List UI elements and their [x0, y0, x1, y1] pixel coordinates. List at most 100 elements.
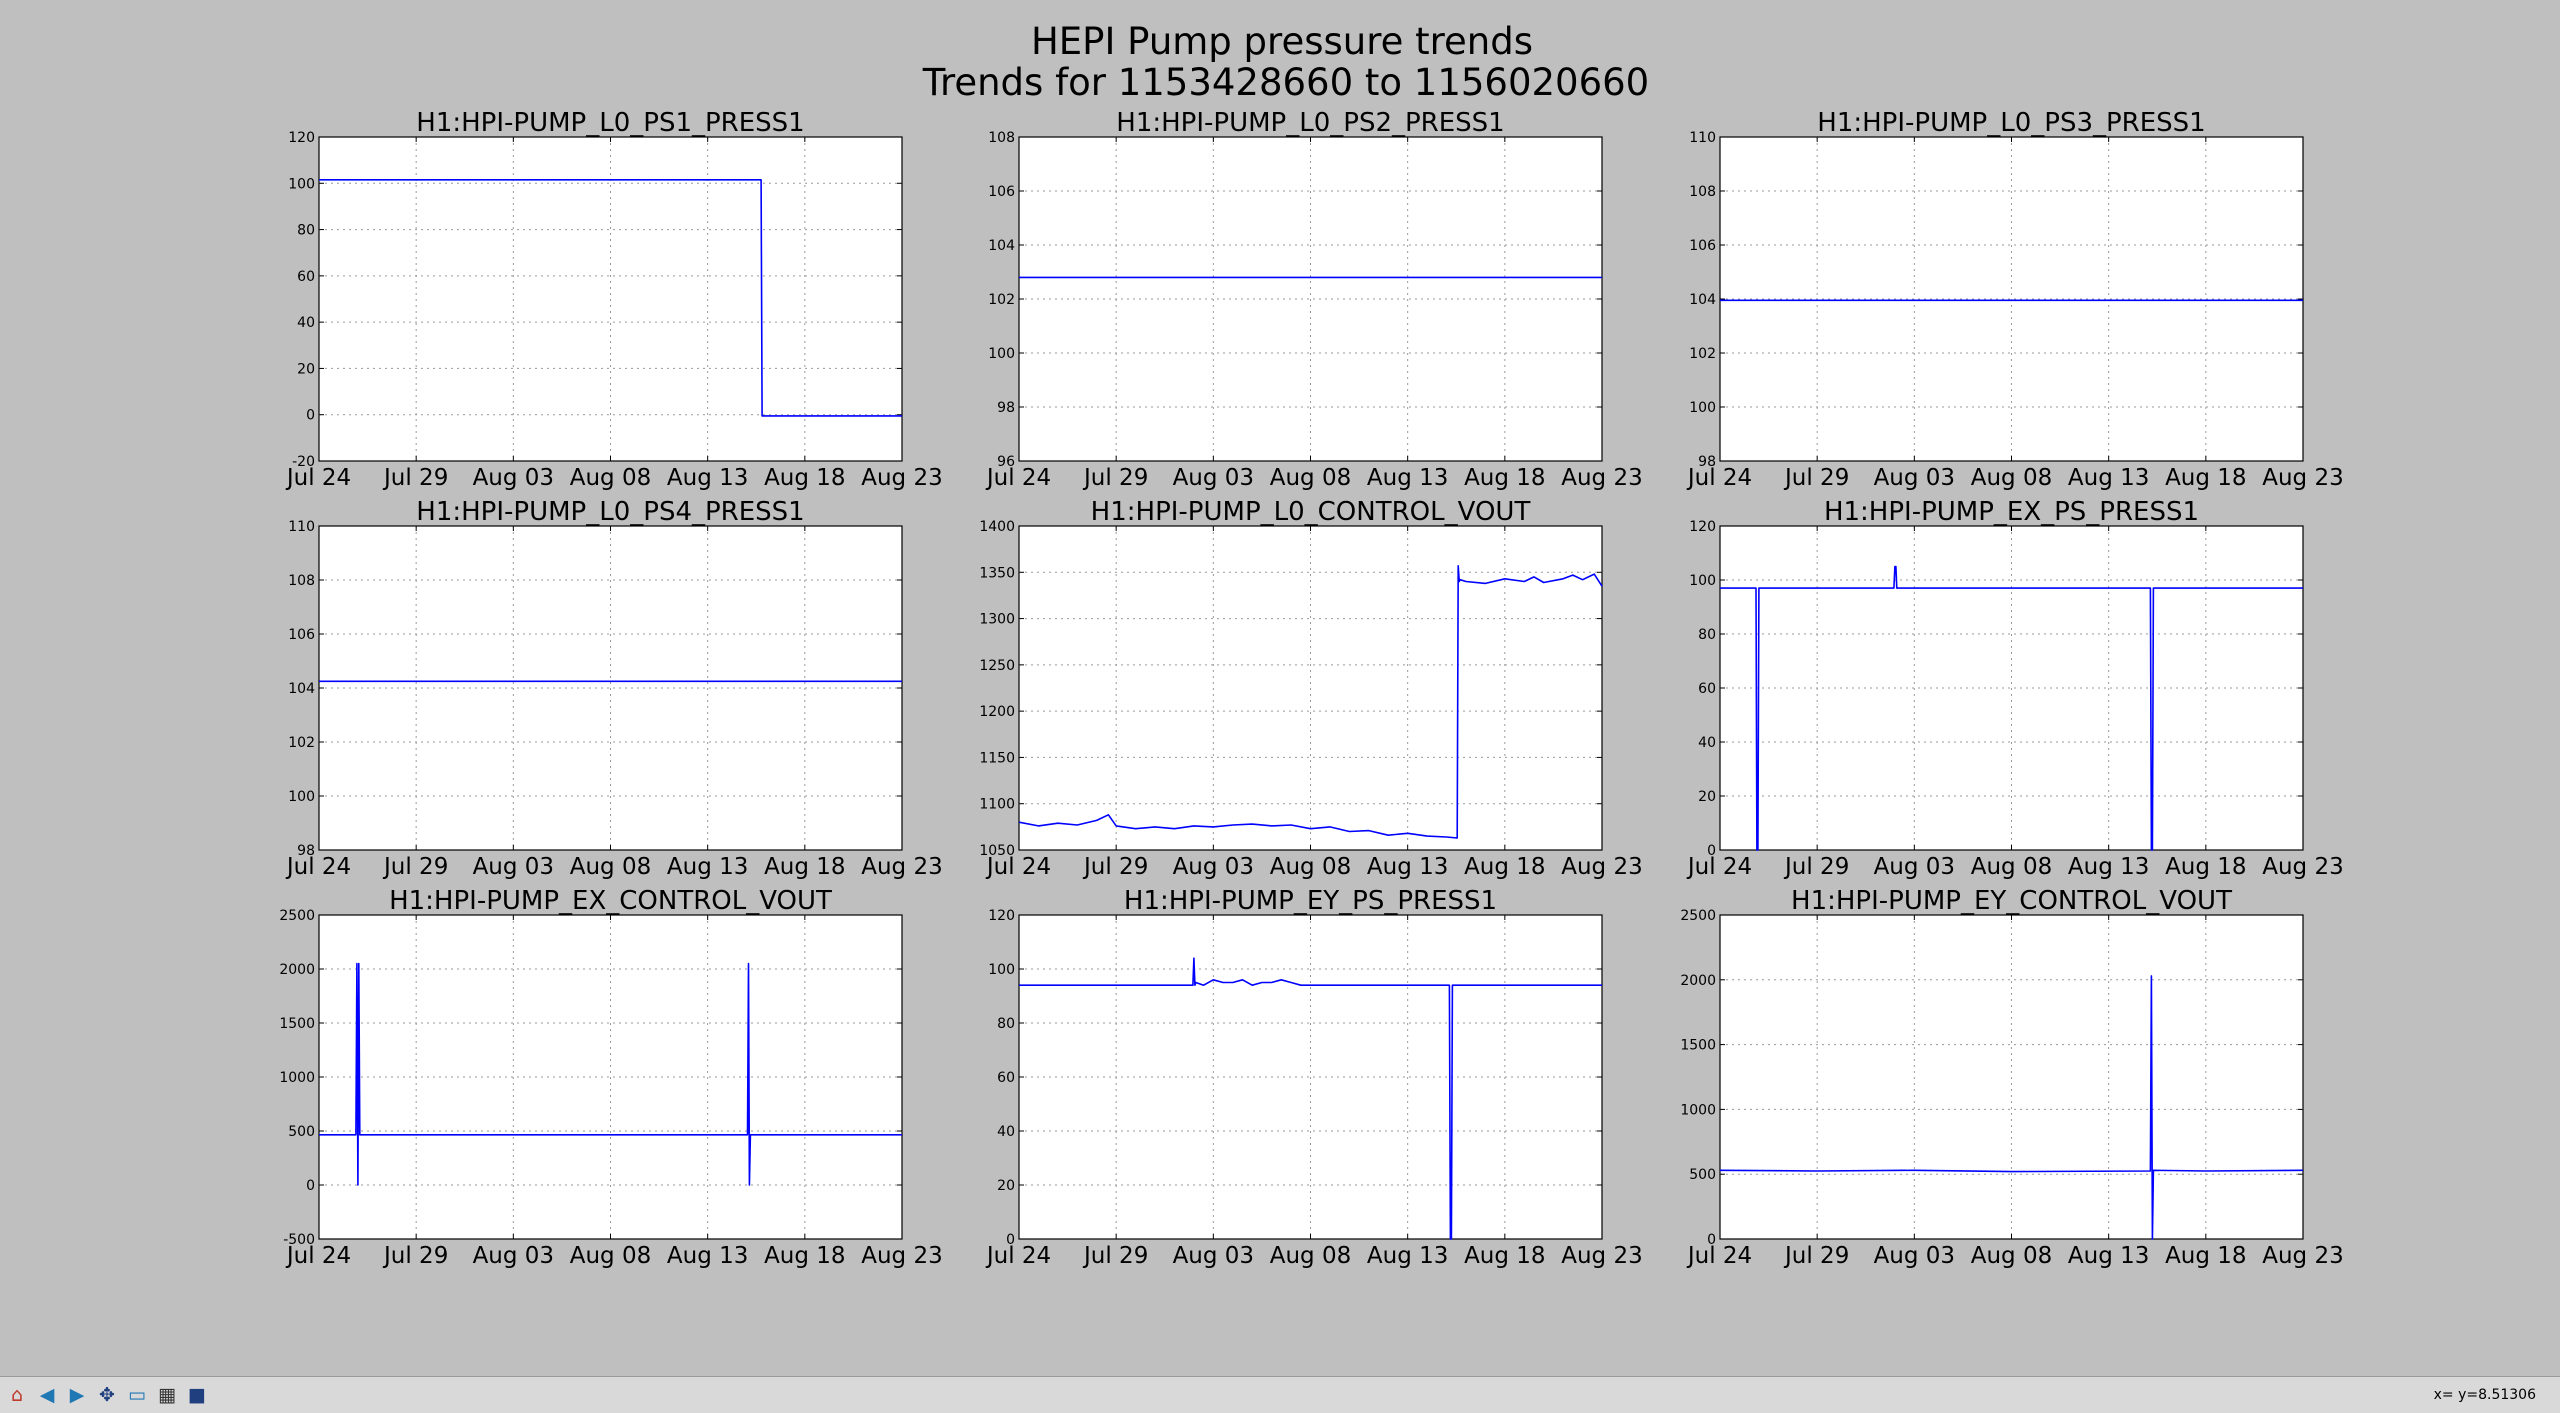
save-button[interactable]: ■	[184, 1382, 210, 1408]
subplot-1: H1:HPI-PUMP_L0_PS1_PRESS1-20020406080100…	[285, 108, 943, 491]
subplot-title: H1:HPI-PUMP_L0_PS2_PRESS1	[1116, 108, 1504, 138]
x-tick-label: Jul 24	[285, 465, 351, 491]
y-tick-label: 0	[306, 1178, 315, 1194]
x-tick-label: Aug 18	[2165, 854, 2247, 880]
x-tick-label: Aug 23	[2262, 465, 2344, 491]
y-tick-label: 100	[288, 789, 315, 805]
y-tick-label: 100	[288, 176, 315, 192]
subplot-title: H1:HPI-PUMP_EX_CONTROL_VOUT	[389, 886, 832, 916]
x-tick-label: Aug 03	[1173, 1243, 1255, 1269]
x-tick-label: Aug 03	[473, 465, 555, 491]
subplot-title: H1:HPI-PUMP_EY_CONTROL_VOUT	[1791, 886, 2232, 916]
zoom-button[interactable]: ▭	[124, 1382, 150, 1408]
y-tick-label: 104	[1689, 292, 1716, 308]
y-tick-label: 20	[997, 1178, 1015, 1194]
x-tick-label: Aug 08	[1971, 854, 2053, 880]
floppy-disk-icon: ■	[188, 1383, 206, 1406]
subplot-title: H1:HPI-PUMP_L0_CONTROL_VOUT	[1091, 497, 1531, 527]
y-tick-label: 1400	[979, 519, 1015, 535]
move-icon: ✥	[99, 1383, 115, 1406]
x-tick-label: Aug 08	[1270, 465, 1352, 491]
y-tick-label: 1300	[979, 612, 1015, 628]
x-tick-label: Jul 24	[285, 854, 351, 880]
x-tick-label: Jul 24	[985, 1243, 1051, 1269]
y-tick-label: 108	[1689, 184, 1716, 200]
y-tick-label: 104	[988, 238, 1015, 254]
x-tick-label: Jul 29	[382, 1243, 448, 1269]
x-tick-label: Aug 23	[2262, 1243, 2344, 1269]
y-tick-label: 98	[997, 400, 1015, 416]
pan-button[interactable]: ✥	[94, 1382, 120, 1408]
subplot-title: H1:HPI-PUMP_EY_PS_PRESS1	[1124, 886, 1497, 916]
y-tick-label: 100	[1689, 400, 1716, 416]
y-tick-label: 100	[988, 346, 1015, 362]
x-tick-label: Jul 24	[985, 854, 1051, 880]
home-button[interactable]: ⌂	[4, 1382, 30, 1408]
y-tick-label: 106	[1689, 238, 1716, 254]
y-tick-label: 2500	[279, 908, 315, 924]
x-tick-label: Aug 03	[1874, 465, 1956, 491]
subplot-title: H1:HPI-PUMP_L0_PS4_PRESS1	[416, 497, 804, 527]
y-tick-label: 1500	[1680, 1038, 1716, 1054]
x-tick-label: Jul 29	[1783, 854, 1849, 880]
y-tick-label: 80	[1698, 627, 1716, 643]
x-tick-label: Aug 18	[2165, 1243, 2247, 1269]
configure-subplots-icon: ▦	[158, 1383, 176, 1406]
x-tick-label: Aug 03	[473, 854, 555, 880]
arrow-right-icon: ▶	[69, 1383, 85, 1406]
zoom-rect-icon: ▭	[128, 1383, 146, 1406]
subplot-3: H1:HPI-PUMP_L0_PS3_PRESS1981001021041061…	[1686, 108, 2344, 491]
x-tick-label: Jul 29	[1082, 854, 1148, 880]
navigation-toolbar: ⌂ ◀ ▶ ✥ ▭ ▦ ■ x= y=8.51306	[0, 1376, 2560, 1413]
x-tick-label: Jul 24	[1686, 465, 1752, 491]
y-tick-label: 110	[288, 519, 315, 535]
y-tick-label: 120	[288, 130, 315, 146]
x-tick-label: Jul 29	[382, 465, 448, 491]
x-tick-label: Aug 23	[861, 854, 943, 880]
x-tick-label: Jul 29	[382, 854, 448, 880]
forward-button[interactable]: ▶	[64, 1382, 90, 1408]
subplot-title: H1:HPI-PUMP_L0_PS1_PRESS1	[416, 108, 804, 138]
x-tick-label: Aug 03	[1874, 854, 1956, 880]
figure-title: HEPI Pump pressure trends	[1031, 20, 1533, 63]
x-tick-label: Aug 13	[1367, 465, 1449, 491]
y-tick-label: 120	[988, 908, 1015, 924]
y-tick-label: 40	[997, 1124, 1015, 1140]
y-tick-label: 500	[288, 1124, 315, 1140]
x-tick-label: Aug 13	[1367, 1243, 1449, 1269]
x-tick-label: Aug 18	[1464, 465, 1546, 491]
y-tick-label: 1250	[979, 658, 1015, 674]
y-tick-label: 1150	[979, 750, 1015, 766]
y-tick-label: 20	[297, 361, 315, 377]
subplot-8: H1:HPI-PUMP_EY_PS_PRESS1020406080100120J…	[985, 886, 1643, 1269]
configure-button[interactable]: ▦	[154, 1382, 180, 1408]
x-tick-label: Jul 29	[1082, 1243, 1148, 1269]
x-tick-label: Aug 23	[1561, 465, 1643, 491]
y-tick-label: 102	[288, 735, 315, 751]
y-tick-label: 102	[1689, 346, 1716, 362]
x-tick-label: Aug 18	[2165, 465, 2247, 491]
arrow-left-icon: ◀	[39, 1383, 55, 1406]
x-tick-label: Aug 13	[667, 1243, 749, 1269]
x-tick-label: Jul 29	[1783, 1243, 1849, 1269]
y-tick-label: 80	[297, 223, 315, 239]
figure-canvas: HEPI Pump pressure trends Trends for 115…	[279, 20, 2344, 1269]
x-tick-label: Aug 13	[2068, 465, 2150, 491]
subplot-9: H1:HPI-PUMP_EY_CONTROL_VOUT0500100015002…	[1680, 886, 2343, 1269]
y-tick-label: 106	[288, 627, 315, 643]
x-tick-label: Aug 23	[1561, 854, 1643, 880]
y-tick-label: 104	[288, 681, 315, 697]
x-tick-label: Aug 23	[1561, 1243, 1643, 1269]
x-tick-label: Aug 23	[861, 1243, 943, 1269]
y-tick-label: 40	[297, 315, 315, 331]
x-tick-label: Aug 13	[1367, 854, 1449, 880]
x-tick-label: Aug 23	[861, 465, 943, 491]
x-tick-label: Aug 03	[1874, 1243, 1956, 1269]
cursor-coordinates: x= y=8.51306	[2433, 1387, 2536, 1403]
x-tick-label: Jul 24	[1686, 1243, 1752, 1269]
x-tick-label: Jul 29	[1783, 465, 1849, 491]
x-tick-label: Aug 08	[1270, 854, 1352, 880]
y-tick-label: 1350	[979, 565, 1015, 581]
back-button[interactable]: ◀	[34, 1382, 60, 1408]
x-tick-label: Jul 24	[985, 465, 1051, 491]
